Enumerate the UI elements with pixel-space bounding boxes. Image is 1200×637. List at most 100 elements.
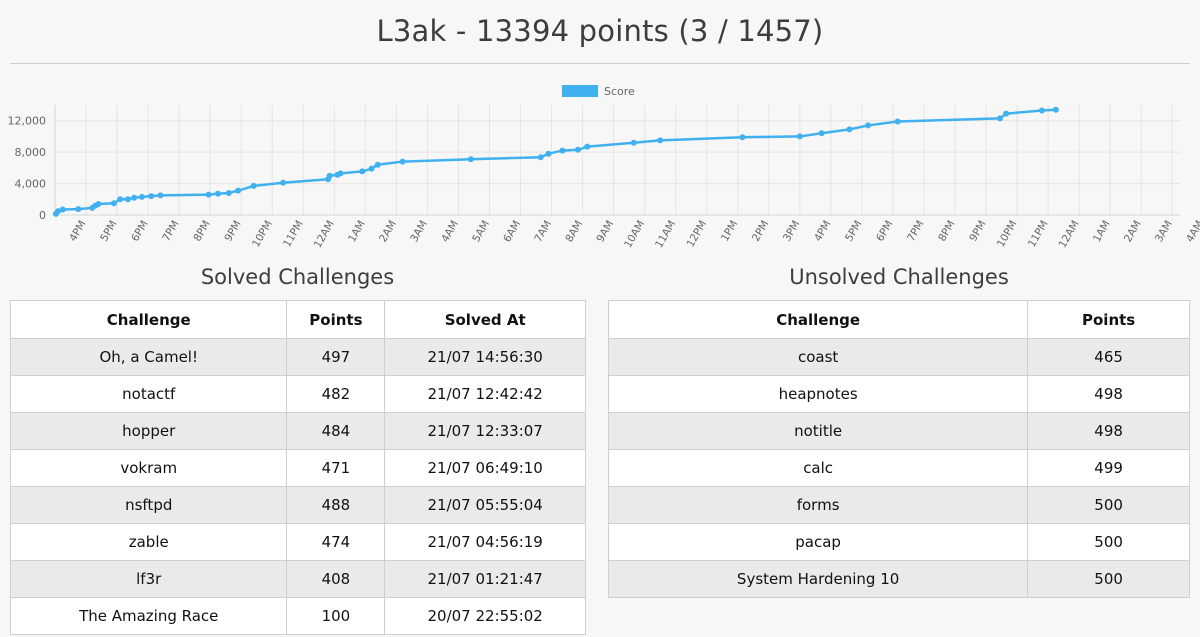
data-point — [1038, 107, 1045, 114]
data-point — [148, 193, 155, 200]
x-tick-label: 11PM — [281, 219, 306, 250]
challenge-points: 482 — [286, 375, 386, 413]
data-point — [630, 139, 637, 146]
data-point — [131, 194, 138, 201]
data-point — [75, 206, 82, 213]
x-tick-label: 3AM — [1153, 219, 1175, 245]
data-point — [225, 190, 232, 196]
challenge-name[interactable]: zable — [9, 523, 288, 561]
data-point — [739, 134, 746, 141]
unsolved-section-title: Unsolved Challenges — [789, 265, 1009, 289]
data-point — [110, 200, 117, 207]
challenge-points: 488 — [286, 486, 386, 524]
x-tick-label: 3PM — [781, 219, 802, 244]
x-tick-label: 12PM — [685, 219, 710, 250]
y-tick-label: 12,000 — [8, 115, 47, 128]
solved-table: Challenge Points Solved At Oh, a Camel! 4… — [9, 300, 586, 635]
x-tick-label: 3AM — [408, 219, 430, 245]
challenge-name[interactable]: forms — [607, 486, 1029, 524]
x-tick-label: 10PM — [250, 219, 275, 250]
x-tick-label: 6AM — [501, 219, 523, 245]
data-point — [1003, 110, 1010, 117]
x-tick-label: 9PM — [967, 219, 988, 244]
challenge-points: 465 — [1027, 338, 1190, 376]
x-tick-label: 12AM — [1057, 219, 1082, 251]
table-row: System Hardening 10 500 — [607, 560, 1190, 598]
x-tick-label: 4AM — [1184, 219, 1200, 245]
x-tick-label: 10AM — [622, 219, 647, 251]
x-tick-label: 4PM — [67, 219, 88, 244]
table-row: heapnotes 498 — [607, 375, 1190, 413]
solved-at: 21/07 14:56:30 — [384, 338, 586, 376]
data-point — [157, 192, 164, 199]
challenge-name[interactable]: hopper — [9, 412, 288, 450]
table-row: forms 500 — [607, 486, 1190, 524]
score-chart: 04,0008,00012,0004PM 5PM 6PM 7PM 8PM 9PM 10PM 1… — [8, 85, 1200, 251]
challenge-name[interactable]: nsftpd — [9, 486, 288, 524]
challenge-name[interactable]: notitle — [607, 412, 1029, 450]
x-tick-label: 10PM — [995, 219, 1020, 250]
table-row: nsftpd 488 21/07 05:55:04 — [9, 486, 586, 524]
y-tick-label: 8,000 — [15, 146, 47, 159]
data-point — [537, 154, 544, 161]
data-point — [467, 156, 474, 163]
data-point — [818, 130, 825, 137]
data-point — [280, 179, 287, 186]
challenge-points: 497 — [286, 338, 386, 376]
column-header-solved-at[interactable]: Solved At — [384, 300, 586, 339]
x-tick-label: 6PM — [129, 219, 150, 244]
data-point — [205, 191, 212, 198]
challenge-name[interactable]: System Hardening 10 — [607, 560, 1029, 598]
solved-at: 21/07 12:33:07 — [384, 412, 586, 450]
challenge-name[interactable]: The Amazing Race — [9, 597, 288, 635]
challenge-points: 408 — [286, 560, 386, 598]
challenge-points: 499 — [1027, 449, 1190, 487]
challenge-name[interactable]: pacap — [607, 523, 1029, 561]
challenge-name[interactable]: notactf — [9, 375, 288, 413]
table-row: Oh, a Camel! 497 21/07 14:56:30 — [9, 338, 586, 376]
data-point — [865, 122, 872, 129]
table-row: lf3r 408 21/07 01:21:47 — [9, 560, 586, 598]
data-point — [846, 126, 853, 133]
challenge-points: 500 — [1027, 523, 1190, 561]
x-tick-label: 1AM — [346, 219, 368, 245]
challenge-name[interactable]: Oh, a Camel! — [9, 338, 288, 376]
challenge-name[interactable]: heapnotes — [607, 375, 1029, 413]
x-tick-label: 5AM — [470, 219, 492, 245]
challenge-name[interactable]: vokram — [9, 449, 288, 487]
x-tick-label: 8AM — [563, 219, 585, 245]
solved-section-title: Solved Challenges — [200, 265, 395, 289]
x-tick-label: 11AM — [653, 219, 678, 251]
challenge-name[interactable]: lf3r — [9, 560, 288, 598]
column-header-points[interactable]: Points — [1027, 300, 1190, 339]
column-header-challenge[interactable]: Challenge — [607, 300, 1029, 339]
x-tick-label: 8PM — [936, 219, 957, 244]
solved-at: 21/07 01:21:47 — [384, 560, 586, 598]
data-point — [574, 146, 581, 153]
data-point — [138, 193, 145, 200]
data-point — [559, 147, 566, 154]
column-header-points[interactable]: Points — [286, 300, 386, 339]
table-row: calc 499 — [607, 449, 1190, 487]
data-point — [374, 161, 381, 168]
challenge-points: 498 — [1027, 375, 1190, 413]
challenge-points: 484 — [286, 412, 386, 450]
table-row: zable 474 21/07 04:56:19 — [9, 523, 586, 561]
data-point — [117, 196, 124, 203]
data-point — [250, 182, 257, 189]
solved-at: 21/07 04:56:19 — [384, 523, 586, 561]
challenge-points: 100 — [286, 597, 386, 635]
challenge-name[interactable]: calc — [607, 449, 1029, 487]
challenge-points: 471 — [286, 449, 386, 487]
x-tick-label: 7PM — [905, 219, 926, 244]
challenge-name[interactable]: coast — [607, 338, 1029, 376]
table-row: coast 465 — [607, 338, 1190, 376]
x-tick-label: 2AM — [377, 219, 399, 245]
solved-table-header: Challenge Points Solved At — [9, 300, 586, 339]
column-header-challenge[interactable]: Challenge — [9, 300, 288, 339]
x-tick-label: 7PM — [160, 219, 181, 244]
table-row: hopper 484 21/07 12:33:07 — [9, 412, 586, 450]
data-point — [1052, 106, 1059, 113]
x-tick-label: 7AM — [532, 219, 554, 245]
solved-at: 20/07 22:55:02 — [384, 597, 586, 635]
